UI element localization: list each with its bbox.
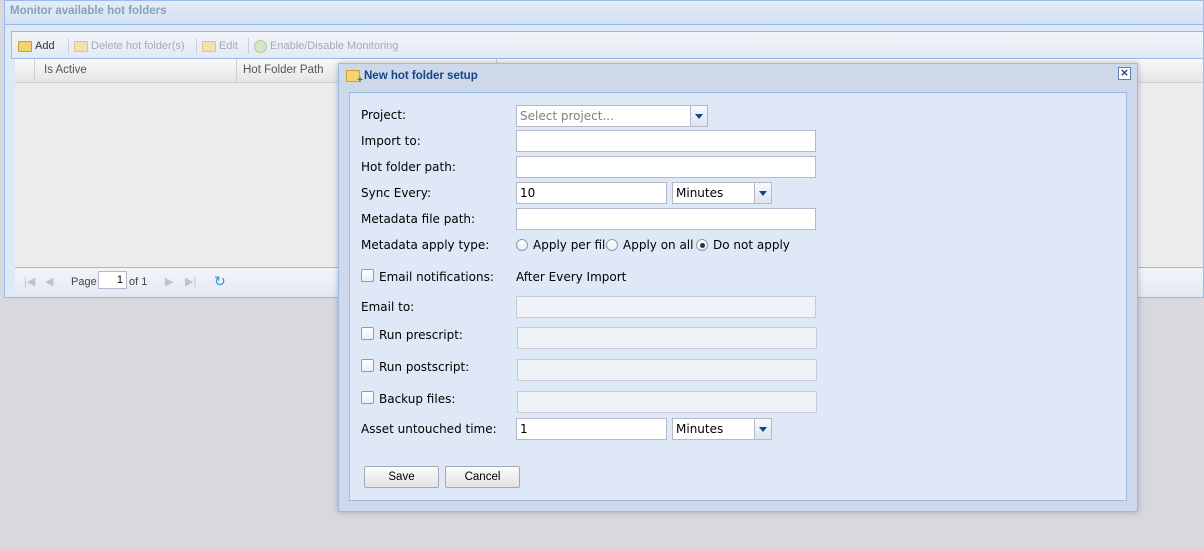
sync-every-unit-value: Minutes (676, 186, 724, 200)
backup-files-label: Backup files: (379, 392, 456, 406)
page-number-input[interactable] (98, 271, 127, 289)
apply-on-all-radio[interactable] (606, 239, 618, 251)
toolbar-divider (196, 38, 197, 54)
do-not-apply-label[interactable]: Do not apply (713, 238, 790, 252)
project-select[interactable]: Select project... (516, 105, 708, 127)
monitoring-icon (254, 39, 267, 53)
import-to-label: Import to: (361, 134, 421, 148)
sync-every-label: Sync Every: (361, 186, 432, 200)
delete-button-label: Delete hot folder(s) (91, 40, 185, 52)
panel-title: Monitor available hot folders (10, 5, 167, 17)
pager-total: of 1 (129, 276, 148, 288)
metadata-file-path-label: Metadata file path: (361, 212, 476, 226)
toolbar-divider (248, 38, 249, 54)
email-notifications-frequency: After Every Import (516, 270, 627, 284)
email-to-input[interactable] (516, 296, 816, 318)
add-button-label: Add (35, 40, 55, 52)
chevron-down-icon[interactable] (754, 419, 771, 439)
sync-every-input[interactable]: 10 (516, 182, 667, 204)
first-page-icon[interactable]: |◀ (24, 275, 35, 288)
previous-page-icon[interactable]: ◀ (45, 275, 53, 288)
email-notifications-checkbox[interactable] (361, 269, 374, 282)
metadata-file-path-input[interactable] (516, 208, 816, 230)
asset-untouched-unit-select[interactable]: Minutes (672, 418, 772, 440)
run-prescript-input[interactable] (517, 327, 817, 349)
project-placeholder: Select project... (520, 109, 614, 123)
dialog-title: New hot folder setup (364, 70, 478, 82)
run-postscript-label: Run postscript: (379, 360, 470, 374)
dialog-form: Project: Select project... Import to: Ho… (349, 92, 1127, 501)
metadata-apply-type-label: Metadata apply type: (361, 238, 490, 252)
project-label: Project: (361, 108, 407, 122)
chevron-down-icon[interactable] (690, 106, 707, 126)
hot-folder-path-label: Hot folder path: (361, 160, 456, 174)
edit-button-label: Edit (219, 40, 238, 52)
pager-page-label: Page (71, 276, 97, 288)
enable-disable-monitoring-button[interactable]: Enable/Disable Monitoring (254, 38, 398, 54)
asset-untouched-unit-value: Minutes (676, 422, 724, 436)
apply-per-file-radio[interactable] (516, 239, 528, 251)
sync-every-unit-select[interactable]: Minutes (672, 182, 772, 204)
run-postscript-input[interactable] (517, 359, 817, 381)
save-button[interactable]: Save (364, 466, 439, 488)
backup-files-input[interactable] (517, 391, 817, 413)
dialog-header: New hot folder setup (346, 68, 478, 86)
enable-disable-label: Enable/Disable Monitoring (270, 40, 399, 52)
delete-folder-icon (74, 40, 88, 52)
import-to-input[interactable] (516, 130, 816, 152)
delete-hot-folder-button[interactable]: Delete hot folder(s) (74, 38, 185, 54)
refresh-icon[interactable]: ↻ (214, 273, 226, 290)
email-notifications-label: Email notifications: (379, 270, 494, 284)
add-button[interactable]: Add (18, 38, 55, 54)
edit-folder-icon (202, 40, 216, 52)
panel-header: Monitor available hot folders (5, 1, 1203, 25)
apply-on-all-label[interactable]: Apply on all (623, 238, 693, 252)
column-header-checker[interactable] (15, 59, 35, 82)
close-icon[interactable]: × (1118, 67, 1131, 80)
run-prescript-checkbox[interactable] (361, 327, 374, 340)
last-page-icon[interactable]: ▶| (185, 275, 196, 288)
next-page-icon[interactable]: ▶ (165, 275, 173, 288)
email-to-label: Email to: (361, 300, 415, 314)
add-folder-icon (18, 40, 32, 52)
toolbar-divider (68, 38, 69, 54)
new-folder-icon (346, 70, 363, 86)
do-not-apply-radio[interactable] (696, 239, 708, 251)
cancel-button[interactable]: Cancel (445, 466, 520, 488)
apply-per-file-label[interactable]: Apply per file (533, 238, 613, 252)
chevron-down-icon[interactable] (754, 183, 771, 203)
backup-files-checkbox[interactable] (361, 391, 374, 404)
asset-untouched-time-label: Asset untouched time: (361, 422, 497, 436)
run-prescript-label: Run prescript: (379, 328, 463, 342)
asset-untouched-time-input[interactable]: 1 (516, 418, 667, 440)
edit-button[interactable]: Edit (202, 38, 238, 54)
new-hot-folder-dialog: New hot folder setup × Project: Select p… (338, 63, 1138, 512)
run-postscript-checkbox[interactable] (361, 359, 374, 372)
column-header-is-active[interactable]: Is Active (35, 59, 237, 82)
panel-toolbar: Add Delete hot folder(s) Edit Enable/Dis… (11, 31, 1203, 59)
hot-folder-path-input[interactable] (516, 156, 816, 178)
